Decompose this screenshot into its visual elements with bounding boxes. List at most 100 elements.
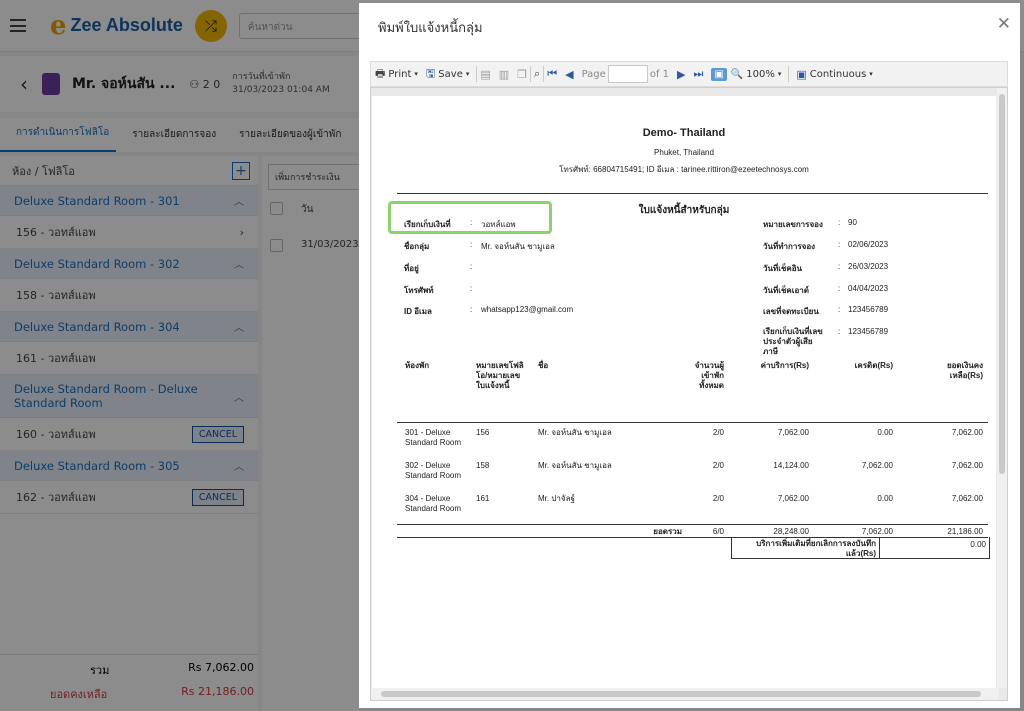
folio-cell: 161 [476,494,490,503]
first-page-icon[interactable]: ⏮ [547,67,557,81]
view-mode-dropdown[interactable]: ▣ Continuous ▾ [792,68,876,81]
credit-cell: 7,062.00 [861,461,893,470]
name-cell: Mr. ปาจัลฐ์ [538,494,575,503]
charges-cell: 7,062.00 [777,494,809,503]
zoom-dropdown[interactable]: 🔍 100% ▾ [727,69,786,80]
extra-service-box: บริการเพิ่มเติมที่ยกเลิกการลงบันทึกแล้ว(… [731,537,990,559]
page-count: of 1 [649,68,669,80]
save-icon: 🖫 [425,66,436,80]
divider [397,422,988,423]
field-colon: : [838,305,841,314]
balance-cell: 7,062.00 [951,461,983,470]
print-label: Print [388,68,412,80]
pax-cell: 2/0 [712,461,724,470]
field-colon: : [470,262,473,271]
total-pax: 6/0 [712,527,724,536]
field-colon: : [838,262,841,271]
previous-page-icon[interactable]: ◀ [565,68,573,81]
field-value: 04/04/2023 [848,284,889,293]
copy-icon[interactable]: ❐ [517,68,527,81]
field-value: 123456789 [848,327,889,336]
column-header: ห้องพัก [405,361,430,370]
zoom-value: 100% [746,68,775,80]
folio-cell: 158 [476,461,490,470]
column-header: ค่าบริการ(Rs) [760,361,809,370]
name-cell: Mr. จอห์นสัน ชามูเอล [538,428,612,437]
room-cell: 302 - Deluxe Standard Room [405,461,462,480]
find-icon[interactable]: ⌕ [534,67,540,81]
close-icon[interactable]: ✕ [997,14,1011,34]
field-label: โทรศัพท์ [404,286,434,295]
field-value: 26/03/2023 [848,262,889,271]
balance-cell: 7,062.00 [951,428,983,437]
field-label: เรียกเก็บเงินที่เลขประจำตัวผู้เสียภาษี [763,327,823,356]
parameters-icon[interactable]: ▥ [499,68,509,81]
scroll-thumb[interactable] [381,691,981,697]
divider [397,524,988,525]
column-header: ยอดเงินคงเหลือ(Rs) [946,361,983,380]
folio-cell: 156 [476,428,490,437]
toolbar-divider [788,66,790,82]
scroll-thumb[interactable] [999,94,1005,474]
document-map-icon[interactable]: ▤ [480,68,490,81]
invoice-page: Demo- Thailand Phuket, Thailand โทรศัพท์… [372,96,996,688]
field-colon: : [470,305,473,314]
credit-cell: 0.00 [877,494,893,503]
field-label: วันที่ทำการจอง [763,242,816,251]
save-label: Save [438,68,463,80]
last-page-icon[interactable]: ⏭ [693,67,703,81]
dropdown-icon: ▾ [414,70,418,78]
toolbar-divider [543,66,545,82]
next-page-icon[interactable]: ▶ [677,68,685,81]
toolbar-divider [476,66,478,82]
dropdown-icon: ▾ [465,70,470,78]
print-group-invoice-dialog: พิมพ์ใบแจ้งหนี้กลุ่ม ✕ 🖶 Print ▾ 🖫 Save ▾ ▤ … [359,3,1020,708]
toolbar-divider [530,66,532,82]
single-page-view-icon[interactable]: ▣ [711,67,727,81]
save-button[interactable]: 🖫 Save ▾ [422,65,473,84]
column-header: เครดิต(Rs) [854,361,893,370]
total-credit: 7,062.00 [861,527,893,536]
dropdown-icon: ▾ [869,70,873,78]
field-label: วันที่เช็คอิน [763,264,803,273]
dropdown-icon: ▾ [777,70,782,78]
pax-cell: 2/0 [712,428,724,437]
view-mode-icon: ▣ [796,67,807,81]
total-label: ยอดรวม [653,527,682,536]
page-label: Page [581,68,606,80]
field-value: whatsapp123@gmail.com [481,305,574,314]
page-number-input[interactable] [607,65,648,83]
credit-cell: 0.00 [877,428,893,437]
zoom-icon: 🔍 [730,68,744,80]
report-viewer[interactable]: Demo- Thailand Phuket, Thailand โทรศัพท์… [370,87,1008,701]
field-colon: : [838,218,841,227]
field-value: 02/06/2023 [848,240,889,249]
extra-service-label: บริการเพิ่มเติมที่ยกเลิกการลงบันทึกแล้ว(… [756,539,876,558]
report-toolbar: 🖶 Print ▾ 🖫 Save ▾ ▤ ▥ ❐ ⌕ ⏮ ◀ Page of 1 ▶ ⏭… [370,61,1008,87]
field-label: ชื่อกลุ่ม [404,242,430,251]
charges-cell: 7,062.00 [777,428,809,437]
vertical-scrollbar[interactable] [997,88,1007,688]
print-button[interactable]: 🖶 Print ▾ [371,65,422,84]
extra-service-value: 0.00 [970,540,986,549]
total-balance: 21,186.00 [947,527,983,536]
company-city: Phuket, Thailand [654,148,714,157]
column-header: จำนวนผู้เข้าพักทั้งหมด [694,361,724,390]
column-header: ชื่อ [538,361,549,370]
printer-icon: 🖶 [375,66,386,80]
field-colon: : [470,284,473,293]
field-label: เรียกเก็บเงินที่ [404,220,451,229]
field-label: ที่อยู่ [404,264,419,273]
divider [879,537,880,558]
field-label: เลขที่จดทะเบียน [763,307,819,316]
horizontal-scrollbar[interactable] [371,688,999,700]
field-label: ID อีเมล [404,307,432,316]
company-name: Demo- Thailand [642,127,726,139]
field-colon: : [838,327,841,336]
field-value: 90 [848,218,857,227]
field-value: 123456789 [848,305,889,314]
divider [397,193,988,194]
pax-cell: 2/0 [712,494,724,503]
field-colon: : [838,284,841,293]
balance-cell: 7,062.00 [951,494,983,503]
